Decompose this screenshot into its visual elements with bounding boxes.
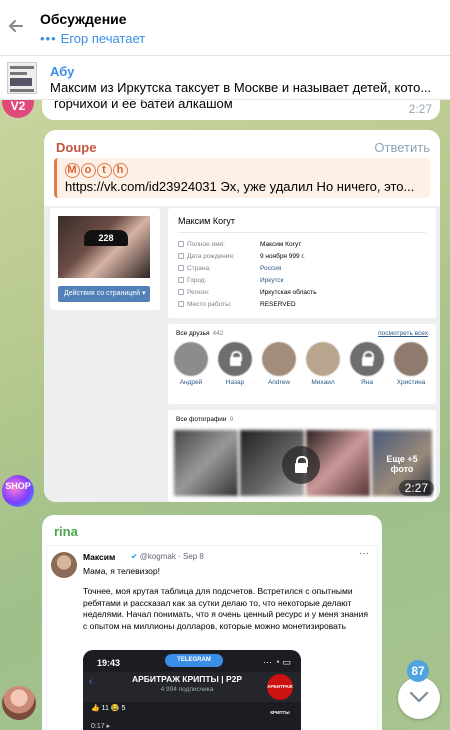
avatar[interactable] <box>2 686 36 720</box>
vk-friend-avatar <box>174 342 208 376</box>
vk-photo <box>174 430 238 496</box>
vk-friend: Михаил <box>306 342 340 386</box>
pinned-author: Абу <box>50 64 75 79</box>
vk-row-label: Место работы: <box>178 301 232 308</box>
vk-row-label: Дата рождения: <box>178 253 235 260</box>
typing-dots-icon: ••• <box>40 31 57 46</box>
vk-friend: Andrew <box>262 342 296 386</box>
chat-title[interactable]: Обсуждение <box>40 11 127 27</box>
channel-logo: АРБИТРАЖ КРИПТЫ <box>267 674 293 715</box>
work-icon <box>178 301 184 308</box>
vk-friend-avatar <box>306 342 340 376</box>
vk-profile-photo-card: 228 Действия со страницей ▾ <box>50 208 160 310</box>
quote-author: Moth <box>65 161 129 178</box>
lock-icon <box>282 446 320 484</box>
location-icon <box>178 277 184 284</box>
message-author[interactable]: Doupe <box>56 140 96 155</box>
pinned-message[interactable]: Абу Максим из Иркутска таксует в Москве … <box>0 56 450 100</box>
typing-text: Егор печатает <box>60 31 146 46</box>
vk-row-value: Россия <box>260 265 282 272</box>
divider <box>178 232 426 233</box>
vk-cap-text: 228 <box>84 230 128 246</box>
vk-row-value: 9 ноября 999 г. <box>260 253 305 260</box>
vk-info-card: Максим Когут Полное имя: Максим Когут Да… <box>168 208 436 318</box>
vk-friend-avatar <box>394 342 428 376</box>
chevron-down-icon <box>409 691 429 703</box>
tweet-screenshot[interactable]: Максим ✔ @kogmak · Sep 8 ··· Мама, я теле… <box>46 545 378 730</box>
vk-row-label: Регион: <box>178 289 210 296</box>
avatar[interactable]: SHOP <box>2 475 34 507</box>
message-bubble: rina Максим ✔ @kogmak · Sep 8 ··· Мама, я… <box>42 515 382 730</box>
person-icon <box>178 241 184 248</box>
vk-row-label: Страна: <box>178 265 211 272</box>
vk-friend-avatar <box>262 342 296 376</box>
message-bubble: Doupe Ответить Moth https://vk.com/id239… <box>44 130 440 502</box>
phone-channel-subs: 4 994 подписчика <box>160 686 214 693</box>
vk-profile-photo: 228 <box>58 216 150 278</box>
lock-icon <box>350 342 384 376</box>
telegram-pill: TELEGRAM <box>165 654 223 667</box>
location-icon <box>178 265 184 272</box>
phone-channel-name: АРБИТРАЖ КРИПТЫ | P2P <box>131 674 243 684</box>
pinned-thumbnail <box>7 62 37 94</box>
lock-icon <box>218 342 252 376</box>
vk-row-value: RESERVED <box>260 301 296 308</box>
vk-friend: Яна <box>350 342 384 386</box>
reply-quote[interactable]: Moth https://vk.com/id23924031 Эх, уже у… <box>54 158 430 198</box>
scroll-down-button[interactable] <box>398 677 440 719</box>
message-time: 2:27 <box>398 480 434 496</box>
vk-actions-button: Действия со страницей ▾ <box>58 286 150 302</box>
vk-friend: Андрей <box>174 342 208 386</box>
vk-row-label: Город: <box>178 277 206 284</box>
vk-friends-card: Все друзья 442 посмотреть всех Андрей Наз… <box>168 324 436 404</box>
reply-button[interactable]: Ответить <box>374 140 430 155</box>
calendar-icon <box>178 253 184 260</box>
pinned-text: Максим из Иркутска таксует в Москве и на… <box>50 80 432 95</box>
tweet-body: Точнее, моя крутая таблица для подсчетов… <box>83 586 368 631</box>
phone-status-icons: ··· ◔ ▭ <box>263 657 291 667</box>
vk-friends-header: Все друзья 442 <box>176 330 224 337</box>
vk-photos-card: Все фотографии 9 Еще +5 фото <box>168 410 436 502</box>
phone-reactions: 👍 11 😂 5 <box>91 705 126 712</box>
vk-photos-header: Все фотографии 9 <box>176 416 234 423</box>
chat-header: Обсуждение ••• Егор печатает <box>0 0 450 56</box>
phone-video-time: 0:17 ▸ <box>91 723 111 730</box>
tweet-phone-image: 19:43 TELEGRAM ··· ◔ ▭ ‹ АРБИТРАЖ КРИПТЫ… <box>83 650 301 730</box>
tweet-meta: ✔ @kogmak · Sep 8 <box>131 552 204 561</box>
message-author[interactable]: rina <box>54 524 78 539</box>
vk-row-value: Иркутск <box>260 277 284 284</box>
typing-status: ••• Егор печатает <box>40 31 145 46</box>
tweet-avatar <box>51 552 77 578</box>
tweet-first-line: Мама, я телевизор! <box>83 566 160 576</box>
vk-profile-screenshot[interactable]: 228 Действия со страницей ▾ Максим Когут… <box>44 206 440 502</box>
back-icon: ‹ <box>89 676 93 687</box>
back-arrow-icon[interactable] <box>6 16 26 36</box>
vk-row-value: Иркутская область <box>260 289 317 296</box>
more-icon: ··· <box>359 548 369 559</box>
vk-name: Максим Когут <box>178 216 236 226</box>
verified-icon: ✔ <box>131 552 138 561</box>
location-icon <box>178 289 184 296</box>
vk-photos-more: Еще +5 фото <box>386 454 418 474</box>
quote-text: https://vk.com/id23924031 Эх, уже удалил… <box>65 179 415 194</box>
vk-friend: Христина <box>394 342 428 386</box>
phone-time: 19:43 <box>97 658 121 668</box>
vk-row-value: Максим Когут <box>260 241 302 248</box>
vk-row-label: Полное имя: <box>178 241 225 248</box>
vk-friend: Назар <box>218 342 252 386</box>
message-time: 2:27 <box>408 102 432 116</box>
unread-count-badge[interactable]: 87 <box>407 660 429 682</box>
tweet-author: Максим <box>83 552 116 562</box>
vk-friends-all-link: посмотреть всех <box>378 330 428 337</box>
